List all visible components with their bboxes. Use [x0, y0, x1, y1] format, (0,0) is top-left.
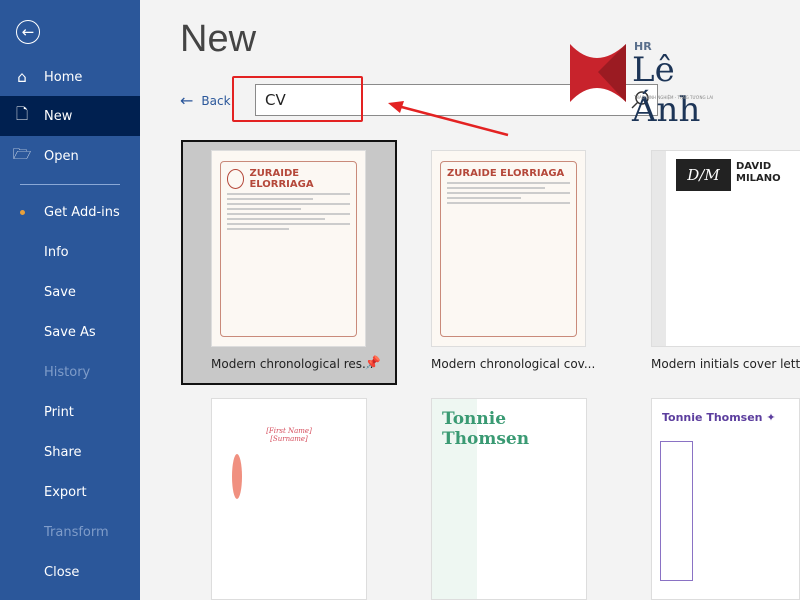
sidebar-item-label: Save As — [44, 324, 96, 340]
sidebar-item-get-add-ins[interactable]: Get Add-ins — [0, 192, 140, 232]
divider — [20, 184, 120, 185]
thumb-name: [First Name] [Surname] — [266, 427, 312, 443]
back-button[interactable]: ← Back — [180, 91, 231, 110]
sidebar-item-info[interactable]: Info — [0, 232, 140, 272]
template-card[interactable]: D/M DAVID MILANO Modern initials cover l… — [621, 140, 800, 385]
template-thumbnail[interactable]: [First Name] [Surname] — [211, 398, 367, 600]
template-card[interactable]: ZURAIDE ELORRIAGA Modern chronological r… — [181, 140, 397, 385]
sidebar-item-label: New — [44, 108, 73, 124]
thumb-initials: D/M — [676, 159, 731, 191]
sidebar-item-save[interactable]: Save — [0, 272, 140, 312]
sidebar-item-label: Open — [44, 148, 79, 164]
back-label: Back — [201, 93, 231, 108]
thumb-name: Tonnie Thomsen ✦ — [662, 411, 776, 424]
template-label: Modern initials cover letter — [651, 357, 800, 371]
new-document-icon: 🗋 — [15, 104, 29, 123]
template-label: Modern chronological res... — [211, 357, 374, 371]
sidebar-item-label: Save — [44, 284, 76, 300]
template-thumbnail[interactable]: Tonnie Thomsen ✦ — [651, 398, 800, 600]
thumb-name: Tonnie Thomsen — [442, 409, 530, 449]
logo-name: Lê Ánh — [632, 50, 701, 130]
sidebar-item-open[interactable]: 🗁 Open — [0, 136, 140, 176]
template-thumbnail[interactable]: Tonnie Thomsen — [431, 398, 587, 600]
sidebar-item-label: Print — [44, 404, 74, 420]
logo-mark-icon — [570, 44, 626, 102]
thumb-name: ZURAIDE ELORRIAGA — [447, 168, 565, 179]
arrow-left-icon: ← — [180, 91, 194, 110]
home-icon: ⌂ — [17, 68, 27, 86]
sidebar-item-new[interactable]: 🗋 New — [0, 96, 140, 136]
pin-icon[interactable]: 📌 — [365, 356, 381, 371]
folder-open-icon: 🗁 — [12, 144, 32, 163]
template-thumbnail: ZURAIDE ELORRIAGA — [211, 150, 366, 347]
avatar — [227, 169, 245, 189]
logo: HR Lê Ánh TRAO KINH NGHIỆM - TẶNG TƯƠNG … — [568, 40, 748, 130]
sidebar-item-label: Home — [44, 69, 83, 85]
annotation-arrow-icon — [388, 101, 509, 137]
logo-tagline: TRAO KINH NGHIỆM - TẶNG TƯƠNG LAI — [634, 95, 714, 100]
page-title: New — [180, 18, 257, 60]
sidebar-item-transform: Transform — [0, 512, 140, 552]
sidebar-item-export[interactable]: Export — [0, 472, 140, 512]
template-card[interactable]: ZURAIDE ELORRIAGA Modern chronological c… — [401, 140, 617, 385]
thumb-name: DAVID MILANO — [736, 161, 781, 184]
sidebar-item-label: Export — [44, 484, 87, 500]
sidebar-item-save-as[interactable]: Save As — [0, 312, 140, 352]
template-label: Modern chronological cov... — [431, 357, 596, 371]
sidebar-item-label: Transform — [44, 524, 109, 540]
annotation-highlight-box — [232, 76, 363, 122]
sidebar-item-label: Share — [44, 444, 82, 460]
sidebar-item-label: Info — [44, 244, 69, 260]
sidebar-item-share[interactable]: Share — [0, 432, 140, 472]
thumb-name: ZURAIDE ELORRIAGA — [249, 168, 314, 190]
sidebar-item-label: History — [44, 364, 91, 380]
sidebar-item-home[interactable]: ⌂ Home — [0, 57, 140, 97]
back-arrow-icon[interactable]: ← — [16, 20, 40, 44]
sidebar-item-label: Close — [44, 564, 80, 580]
sidebar-item-close[interactable]: Close — [0, 552, 140, 592]
template-thumbnail: D/M DAVID MILANO — [651, 150, 800, 347]
sidebar: ← ⌂ Home 🗋 New 🗁 Open Get Add-ins Info Save… — [0, 0, 140, 600]
stars-icon: ✦ — [766, 411, 776, 424]
sidebar-item-print[interactable]: Print — [0, 392, 140, 432]
sidebar-item-label: Get Add-ins — [44, 204, 120, 220]
template-thumbnail: ZURAIDE ELORRIAGA — [431, 150, 586, 347]
sidebar-item-history: History — [0, 352, 140, 392]
dot-icon — [19, 209, 25, 215]
